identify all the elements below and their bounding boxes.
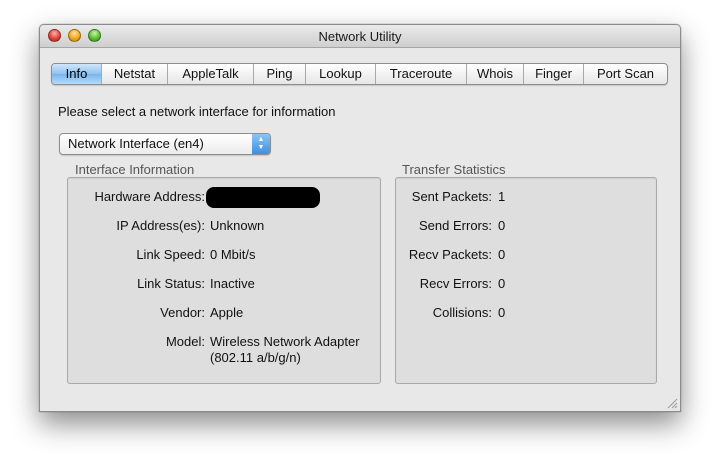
recv-packets-value: 0 — [498, 247, 506, 262]
interface-select-value: Network Interface (en4) — [68, 136, 204, 151]
tab-netstat[interactable]: Netstat — [101, 64, 167, 84]
window-title: Network Utility — [318, 29, 402, 44]
send-errors-label: Send Errors: — [419, 218, 492, 233]
interface-info-box: Hardware Address: IP Address(es): Unknow… — [67, 177, 381, 384]
tab-appletalk[interactable]: AppleTalk — [167, 64, 253, 84]
link-status-label: Link Status: — [137, 276, 205, 291]
tab-lookup[interactable]: Lookup — [305, 64, 375, 84]
transfer-stats-title: Transfer Statistics — [402, 162, 506, 177]
resize-grip-icon[interactable] — [667, 398, 678, 409]
ip-address-value: Unknown — [210, 218, 265, 233]
title-bar[interactable]: Network Utility — [40, 25, 680, 48]
tab-whois[interactable]: Whois — [466, 64, 523, 84]
interface-select[interactable]: Network Interface (en4) ▲ ▼ — [59, 133, 271, 155]
link-speed-label: Link Speed: — [136, 247, 205, 262]
model-value: Wireless Network Adapter — [210, 334, 360, 349]
sent-packets-label: Sent Packets: — [411, 189, 492, 204]
ip-address-label: IP Address(es): — [116, 218, 205, 233]
sent-packets-value: 1 — [498, 189, 506, 204]
model-label: Model: — [165, 334, 205, 349]
tab-finger[interactable]: Finger — [523, 64, 583, 84]
link-speed-value: 0 Mbit/s — [210, 247, 256, 262]
vendor-label: Vendor: — [160, 305, 205, 320]
collisions-value: 0 — [498, 305, 506, 320]
send-errors-value: 0 — [498, 218, 506, 233]
collisions-label: Collisions: — [432, 305, 492, 320]
tab-traceroute[interactable]: Traceroute — [375, 64, 466, 84]
vendor-value: Apple — [210, 305, 244, 320]
recv-errors-value: 0 — [498, 276, 506, 291]
link-status-value: Inactive — [210, 276, 255, 291]
interface-info-title: Interface Information — [75, 162, 195, 177]
tab-info[interactable]: Info — [52, 64, 101, 84]
model-value-line2: (802.11 a/b/g/n) — [210, 350, 301, 365]
recv-errors-label: Recv Errors: — [419, 276, 492, 291]
tab-ping[interactable]: Ping — [253, 64, 305, 84]
redacted-hardware-address — [206, 187, 320, 208]
recv-packets-label: Recv Packets: — [408, 247, 492, 262]
popup-arrows-icon: ▲ ▼ — [252, 134, 270, 154]
tab-bar: Info Netstat AppleTalk Ping Lookup Trace… — [51, 63, 668, 85]
tab-port-scan[interactable]: Port Scan — [583, 64, 667, 84]
hardware-address-label: Hardware Address: — [94, 189, 205, 204]
transfer-stats-box: Sent Packets: 1 Send Errors: 0 Recv Pack… — [395, 177, 657, 384]
network-utility-window: Network Utility Info Netstat AppleTalk P… — [39, 24, 681, 412]
interface-prompt: Please select a network interface for in… — [58, 104, 336, 119]
